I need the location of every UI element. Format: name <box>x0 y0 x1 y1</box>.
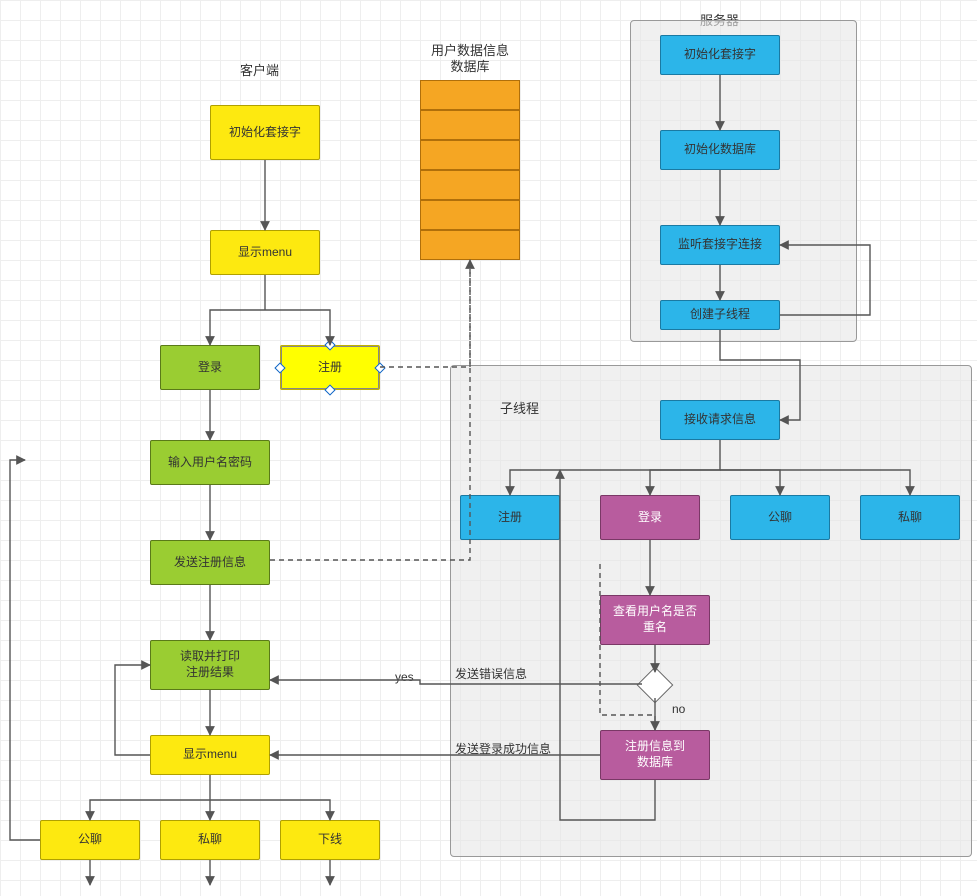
sub-save-db[interactable]: 注册信息到 数据库 <box>600 730 710 780</box>
client-private-chat[interactable]: 私聊 <box>160 820 260 860</box>
client-group-label: 客户端 <box>240 60 279 79</box>
server-listen[interactable]: 监听套接字连接 <box>660 225 780 265</box>
sub-check-dup[interactable]: 查看用户名是否 重名 <box>600 595 710 645</box>
userdb-cell-3 <box>420 140 520 170</box>
userdb-cell-1 <box>420 80 520 110</box>
userdb-label-l2: 数据库 <box>430 56 510 75</box>
client-offline[interactable]: 下线 <box>280 820 380 860</box>
client-show-menu-1[interactable]: 显示menu <box>210 230 320 275</box>
sub-register[interactable]: 注册 <box>460 495 560 540</box>
subthread-group-label: 子线程 <box>500 398 539 417</box>
client-public-chat[interactable]: 公聊 <box>40 820 140 860</box>
userdb-cell-6 <box>420 230 520 260</box>
sub-public-chat[interactable]: 公聊 <box>730 495 830 540</box>
diagram-canvas: 客户端 服务器 用户数据信息 数据库 子线程 初始化套接字 显示menu 登录 … <box>0 0 977 896</box>
server-create-thread[interactable]: 创建子线程 <box>660 300 780 330</box>
label-no: no <box>672 702 685 716</box>
label-yes: yes <box>395 670 414 684</box>
userdb-cell-4 <box>420 170 520 200</box>
sub-login[interactable]: 登录 <box>600 495 700 540</box>
label-send-ok: 发送登录成功信息 <box>455 740 551 757</box>
client-send-reg[interactable]: 发送注册信息 <box>150 540 270 585</box>
userdb-cell-5 <box>420 200 520 230</box>
sub-recv[interactable]: 接收请求信息 <box>660 400 780 440</box>
client-input-userpass[interactable]: 输入用户名密码 <box>150 440 270 485</box>
client-init-socket[interactable]: 初始化套接字 <box>210 105 320 160</box>
client-show-menu-2[interactable]: 显示menu <box>150 735 270 775</box>
client-register[interactable]: 注册 <box>280 345 380 390</box>
userdb-cell-2 <box>420 110 520 140</box>
server-init-socket[interactable]: 初始化套接字 <box>660 35 780 75</box>
sub-private-chat[interactable]: 私聊 <box>860 495 960 540</box>
client-read-print[interactable]: 读取并打印 注册结果 <box>150 640 270 690</box>
label-send-err: 发送错误信息 <box>455 665 527 682</box>
client-login[interactable]: 登录 <box>160 345 260 390</box>
server-init-db[interactable]: 初始化数据库 <box>660 130 780 170</box>
